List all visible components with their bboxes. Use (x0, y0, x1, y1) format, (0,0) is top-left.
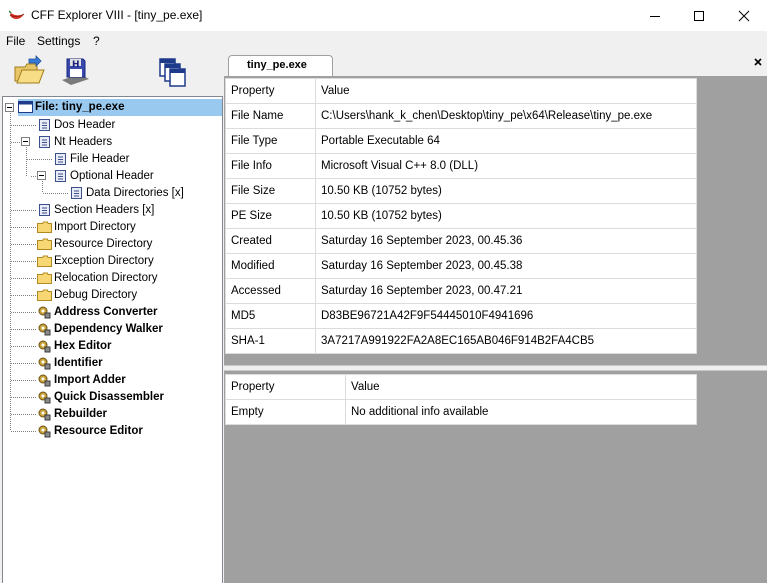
tab-strip: tiny_pe.exe (223, 51, 767, 76)
property-cell: File Size (225, 178, 316, 204)
header-doc-icon (55, 170, 66, 182)
property-cell: MD5 (225, 303, 316, 329)
property-cell: Modified (225, 253, 316, 279)
value-cell: Saturday 16 September 2023, 00.47.21 (315, 278, 697, 304)
title-bar: CFF Explorer VIII - [tiny_pe.exe] (0, 0, 767, 31)
tab-close-button[interactable] (752, 56, 764, 68)
property-cell: File Type (225, 128, 316, 154)
property-cell: Created (225, 228, 316, 254)
column-header-property[interactable]: Property (225, 374, 346, 400)
open-folder-icon (14, 55, 45, 84)
table-row[interactable]: Created Saturday 16 September 2023, 00.45… (225, 228, 697, 254)
value-cell: C:\Users\hank_k_chen\Desktop\tiny_pe\x64… (315, 103, 697, 129)
menu-settings[interactable]: Settings (37, 34, 80, 48)
extra-info-table: Property Value Empty No additional info a… (225, 374, 697, 425)
value-cell: Portable Executable 64 (315, 128, 697, 154)
value-cell: Microsoft Visual C++ 8.0 (DLL) (315, 153, 697, 179)
close-window-button[interactable] (721, 0, 767, 31)
table-row[interactable]: SHA-1 3A7217A991922FA2A8EC165AB046F914B2F… (225, 328, 697, 354)
tree-panel: File: tiny_pe.exe Dos Header Nt Headers … (2, 96, 223, 583)
nt-headers-expander[interactable] (21, 137, 30, 146)
tool-gear-icon (38, 323, 51, 336)
menu-bar: File Settings ? (0, 31, 767, 51)
header-doc-icon (55, 153, 66, 165)
header-doc-icon (39, 204, 50, 216)
table-row[interactable]: File Name C:\Users\hank_k_chen\Desktop\ti… (225, 103, 697, 129)
value-cell: 10.50 KB (10752 bytes) (315, 203, 697, 229)
table-header-row: Property Value (225, 374, 697, 400)
menu-help[interactable]: ? (93, 34, 100, 48)
close-icon (738, 10, 750, 21)
value-cell: 10.50 KB (10752 bytes) (315, 178, 697, 204)
root-expander[interactable] (5, 103, 14, 112)
pane-splitter[interactable] (224, 365, 767, 371)
property-cell: SHA-1 (225, 328, 316, 354)
tool-gear-icon (38, 357, 51, 370)
value-cell: Saturday 16 September 2023, 00.45.38 (315, 253, 697, 279)
tool-gear-icon (38, 374, 51, 387)
property-cell: File Name (225, 103, 316, 129)
windows-icon (159, 58, 186, 87)
svg-text:H: H (72, 60, 80, 70)
property-cell: File Info (225, 153, 316, 179)
header-doc-icon (39, 136, 50, 148)
value-cell: 3A7217A991922FA2A8EC165AB046F914B2FA4CB5 (315, 328, 697, 354)
table-row[interactable]: PE Size 10.50 KB (10752 bytes) (225, 203, 697, 229)
table-row[interactable]: File Type Portable Executable 64 (225, 128, 697, 154)
tab-tiny-pe[interactable]: tiny_pe.exe (228, 55, 333, 76)
folder-icon (37, 221, 52, 233)
column-header-value[interactable]: Value (315, 78, 697, 104)
save-disk-icon: H (62, 58, 89, 85)
toolbar: H (0, 51, 223, 95)
table-row[interactable]: Modified Saturday 16 September 2023, 00.4… (225, 253, 697, 279)
tool-gear-icon (38, 340, 51, 353)
minimize-icon (650, 15, 660, 17)
maximize-icon (694, 10, 704, 21)
minimize-button[interactable] (632, 0, 678, 31)
tree-root-file[interactable]: File: tiny_pe.exe (18, 99, 222, 116)
tool-gear-icon (38, 408, 51, 421)
table-header-row: Property Value (225, 78, 697, 104)
folder-icon (37, 272, 52, 284)
tool-gear-icon (38, 425, 51, 438)
properties-table: Property Value File Name C:\Users\hank_k_… (225, 78, 697, 354)
table-row[interactable]: Accessed Saturday 16 September 2023, 00.4… (225, 278, 697, 304)
table-row[interactable]: File Info Microsoft Visual C++ 8.0 (DLL) (225, 153, 697, 179)
folder-icon (37, 289, 52, 301)
maximize-button[interactable] (676, 0, 722, 31)
save-file-button[interactable]: H (58, 55, 92, 89)
column-header-value[interactable]: Value (345, 374, 697, 400)
content-area: Property Value File Name C:\Users\hank_k_… (224, 76, 767, 583)
value-cell: Saturday 16 September 2023, 00.45.36 (315, 228, 697, 254)
value-cell: No additional info available (345, 399, 697, 425)
table-row[interactable]: Empty No additional info available (225, 399, 697, 425)
folder-icon (37, 238, 52, 250)
windows-button[interactable] (156, 55, 190, 89)
table-row[interactable]: File Size 10.50 KB (10752 bytes) (225, 178, 697, 204)
tool-gear-icon (38, 391, 51, 404)
red-pepper-icon (9, 10, 25, 19)
folder-icon (37, 255, 52, 267)
property-cell: Accessed (225, 278, 316, 304)
table-row[interactable]: MD5 D83BE96721A42F9F54445010F4941696 (225, 303, 697, 329)
tool-gear-icon (38, 306, 51, 319)
optional-header-expander[interactable] (37, 171, 46, 180)
header-doc-icon (71, 187, 82, 199)
window-title: CFF Explorer VIII - [tiny_pe.exe] (31, 8, 203, 22)
file-window-icon (18, 101, 33, 113)
open-file-button[interactable] (12, 55, 46, 89)
close-icon (754, 58, 762, 66)
property-cell: Empty (225, 399, 346, 425)
value-cell: D83BE96721A42F9F54445010F4941696 (315, 303, 697, 329)
column-header-property[interactable]: Property (225, 78, 316, 104)
header-doc-icon (39, 119, 50, 131)
menu-file[interactable]: File (6, 34, 25, 48)
property-cell: PE Size (225, 203, 316, 229)
